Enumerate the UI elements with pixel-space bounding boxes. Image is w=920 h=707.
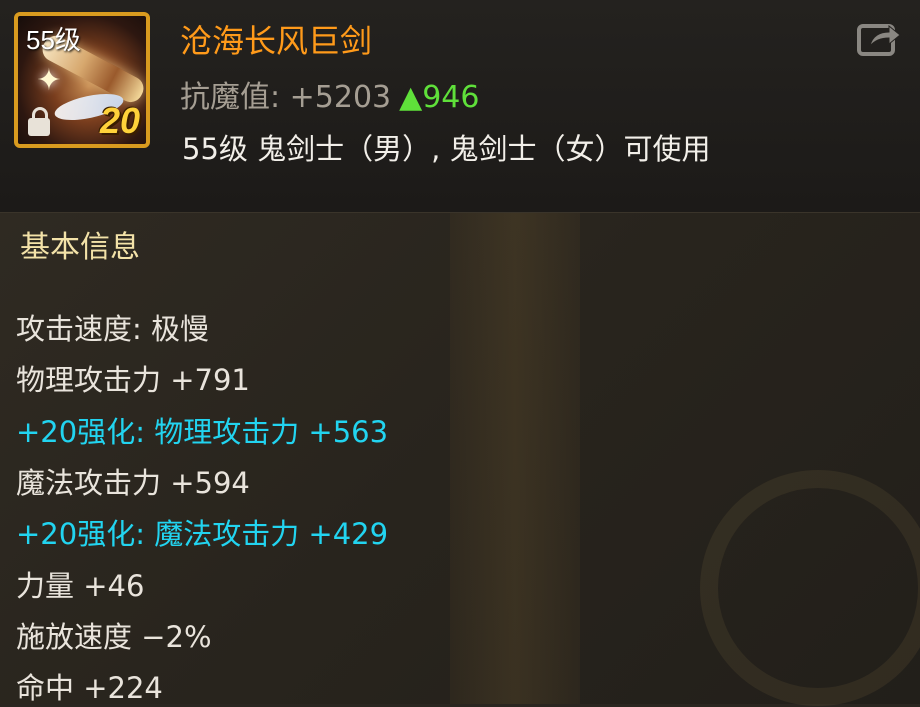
stat-line: 物理攻击力 +791 (16, 363, 250, 397)
background-decoration (450, 213, 580, 704)
section-title-basic-info: 基本信息 (20, 230, 140, 265)
lock-icon (28, 107, 50, 136)
stat-line: 力量 +46 (16, 569, 145, 603)
background-ring-decoration (700, 470, 920, 706)
magic-resist-row: 抗魔值: +5203 ▲946 (180, 72, 479, 116)
magic-resist-value: 抗魔值: +5203 (180, 80, 392, 115)
item-name: 沧海长风巨剑 (180, 22, 373, 60)
item-icon[interactable]: ✦ 55级 20 (14, 12, 150, 148)
stat-line: 施放速度 −2% (16, 620, 212, 654)
share-icon[interactable] (856, 18, 902, 58)
sparkle-icon: ✦ (36, 63, 62, 98)
usable-classes: 55级 鬼剑士（男）, 鬼剑士（女）可使用 (182, 132, 711, 166)
stat-line: 魔法攻击力 +594 (16, 466, 250, 500)
stat-line: 命中 +224 (16, 671, 163, 705)
enhance-level-badge: 20 (99, 100, 140, 141)
item-level-tag: 55级 (26, 25, 81, 55)
magic-resist-delta: ▲946 (399, 80, 480, 115)
stat-line: +20强化: 魔法攻击力 +429 (16, 517, 389, 551)
stat-line: +20强化: 物理攻击力 +563 (16, 415, 389, 449)
stat-line: 攻击速度: 极慢 (16, 312, 209, 346)
